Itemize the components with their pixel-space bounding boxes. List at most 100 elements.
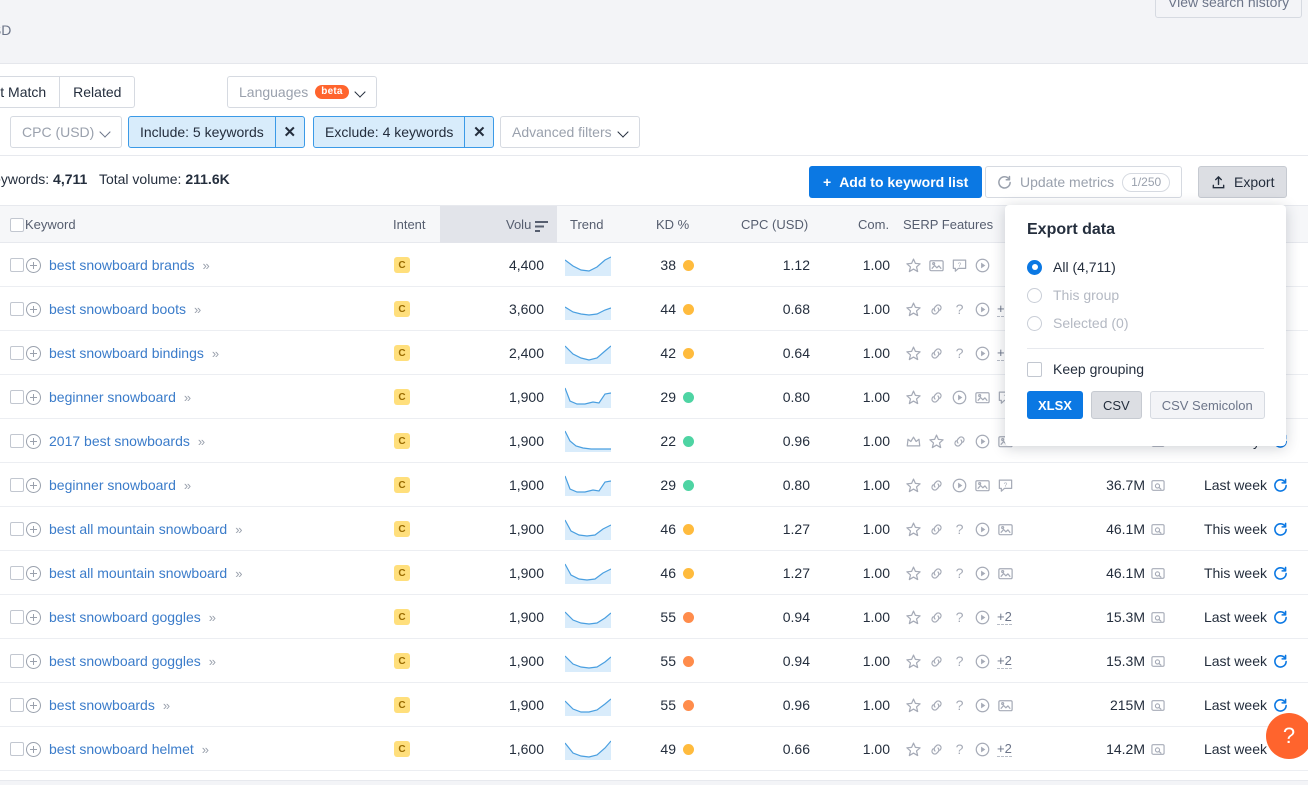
results-cell[interactable]: 46.1M [1060, 551, 1165, 595]
column-header-keyword[interactable]: Keyword [25, 217, 76, 232]
match-type-exact[interactable]: Exact Match [0, 76, 60, 108]
serp-video-icon[interactable] [951, 389, 968, 406]
add-keyword-icon[interactable] [26, 522, 41, 537]
intent-cell[interactable]: C [394, 331, 410, 375]
keyword-link[interactable]: best all mountain snowboard [49, 565, 227, 581]
add-keyword-icon[interactable] [26, 478, 41, 493]
keyword-cell[interactable]: best all mountain snowboard » [26, 507, 242, 551]
add-keyword-icon[interactable] [26, 654, 41, 669]
intent-cell[interactable]: C [394, 419, 410, 463]
keyword-link[interactable]: best snowboard boots [49, 301, 186, 317]
serp-video-icon[interactable] [974, 653, 991, 670]
serp-more-link[interactable]: +2 [997, 741, 1012, 757]
serp-image-icon[interactable] [974, 477, 991, 494]
advanced-filters-dropdown[interactable]: Advanced filters [500, 116, 640, 148]
serp-star-icon[interactable] [905, 389, 922, 406]
radio-icon[interactable] [1027, 260, 1042, 275]
serp-features-cell[interactable]: ?+2 [905, 331, 1012, 375]
serp-link-icon[interactable] [928, 653, 945, 670]
updated-cell[interactable]: Last week [1180, 595, 1288, 639]
row-checkbox[interactable] [10, 507, 24, 551]
column-header-cpc[interactable]: CPC (USD) [741, 217, 808, 232]
checkbox-icon[interactable] [1027, 362, 1042, 377]
table-row[interactable]: best snowboards » C 1,900 55 0.96 1.00 ?… [0, 683, 1308, 727]
chevron-double-right-icon[interactable]: » [209, 654, 216, 669]
keyword-cell[interactable]: best snowboard goggles » [26, 639, 216, 683]
keyword-cell[interactable]: best all mountain snowboard » [26, 551, 242, 595]
keyword-cell[interactable]: beginner snowboard » [26, 463, 191, 507]
serp-question-icon[interactable]: ? [951, 565, 968, 582]
results-cell[interactable]: 15.3M [1060, 639, 1165, 683]
intent-cell[interactable]: C [394, 551, 410, 595]
serp-image-icon[interactable] [997, 565, 1014, 582]
row-checkbox[interactable] [10, 287, 24, 331]
export-button[interactable]: Export [1198, 166, 1287, 198]
keyword-link[interactable]: 2017 best snowboards [49, 433, 190, 449]
serp-video-icon[interactable] [974, 741, 991, 758]
serp-link-icon[interactable] [928, 301, 945, 318]
keyword-cell[interactable]: beginner snowboard » [26, 375, 191, 419]
table-row[interactable]: beginner snowboard » C 1,900 29 0.80 1.0… [0, 463, 1308, 507]
keyword-link[interactable]: best snowboard goggles [49, 609, 201, 625]
keyword-cell[interactable]: best snowboard helmet » [26, 727, 209, 771]
add-keyword-icon[interactable] [26, 346, 41, 361]
add-keyword-icon[interactable] [26, 742, 41, 757]
intent-cell[interactable]: C [394, 375, 410, 419]
updated-cell[interactable]: This week [1180, 551, 1288, 595]
chevron-double-right-icon[interactable]: » [198, 434, 205, 449]
row-checkbox[interactable] [10, 331, 24, 375]
cpc-filter-dropdown[interactable]: CPC (USD) [10, 116, 122, 148]
column-header-intent[interactable]: Intent [393, 217, 426, 232]
serp-features-cell[interactable]: ?+2 [905, 287, 1012, 331]
serp-crown-icon[interactable] [905, 433, 922, 450]
serp-faq-icon[interactable]: ? [951, 257, 968, 274]
serp-features-cell[interactable]: ?+2 [905, 595, 1012, 639]
serp-star-icon[interactable] [905, 345, 922, 362]
table-row[interactable]: best snowboard goggles » C 1,900 55 0.94… [0, 639, 1308, 683]
serp-star-icon[interactable] [905, 741, 922, 758]
serp-features-cell[interactable]: ? +2 [905, 727, 1012, 771]
chevron-double-right-icon[interactable]: » [235, 566, 242, 581]
chevron-double-right-icon[interactable]: » [184, 478, 191, 493]
serp-star-icon[interactable] [905, 653, 922, 670]
add-keyword-icon[interactable] [26, 258, 41, 273]
keyword-link[interactable]: beginner snowboard [49, 389, 176, 405]
intent-cell[interactable]: C [394, 507, 410, 551]
chevron-double-right-icon[interactable]: » [194, 302, 201, 317]
intent-cell[interactable]: C [394, 683, 410, 727]
serp-link-icon[interactable] [928, 477, 945, 494]
serp-question-icon[interactable]: ? [951, 741, 968, 758]
results-cell[interactable]: 46.1M [1060, 507, 1165, 551]
row-checkbox[interactable] [10, 419, 24, 463]
serp-link-icon[interactable] [928, 697, 945, 714]
serp-video-icon[interactable] [974, 257, 991, 274]
add-keyword-icon[interactable] [26, 434, 41, 449]
serp-link-icon[interactable] [928, 609, 945, 626]
serp-features-cell[interactable] [905, 419, 1014, 463]
row-checkbox[interactable] [10, 683, 24, 727]
serp-star-icon[interactable] [905, 565, 922, 582]
column-header-volume[interactable]: Volu [506, 217, 531, 232]
serp-question-icon[interactable]: ? [951, 697, 968, 714]
keyword-link[interactable]: best all mountain snowboard [49, 521, 227, 537]
serp-question-icon[interactable]: ? [951, 609, 968, 626]
keyword-link[interactable]: best snowboard brands [49, 257, 195, 273]
intent-cell[interactable]: C [394, 287, 410, 331]
serp-features-cell[interactable]: ? [905, 463, 1014, 507]
table-row[interactable]: best all mountain snowboard » C 1,900 46… [0, 507, 1308, 551]
column-header-serp-features[interactable]: SERP Features [903, 217, 993, 232]
keyword-link[interactable]: best snowboards [49, 697, 155, 713]
serp-image-icon[interactable] [997, 521, 1014, 538]
serp-star-icon[interactable] [928, 433, 945, 450]
chevron-double-right-icon[interactable]: » [209, 610, 216, 625]
export-csv-button[interactable]: CSV [1091, 391, 1142, 419]
serp-star-icon[interactable] [905, 697, 922, 714]
updated-cell[interactable]: Last week [1180, 463, 1288, 507]
serp-star-icon[interactable] [905, 257, 922, 274]
serp-question-icon[interactable]: ? [951, 301, 968, 318]
match-type-related[interactable]: Related [60, 76, 135, 108]
results-cell[interactable]: 36.7M [1060, 463, 1165, 507]
add-keyword-icon[interactable] [26, 302, 41, 317]
intent-cell[interactable]: C [394, 463, 410, 507]
export-csv-semicolon-button[interactable]: CSV Semicolon [1150, 391, 1265, 419]
